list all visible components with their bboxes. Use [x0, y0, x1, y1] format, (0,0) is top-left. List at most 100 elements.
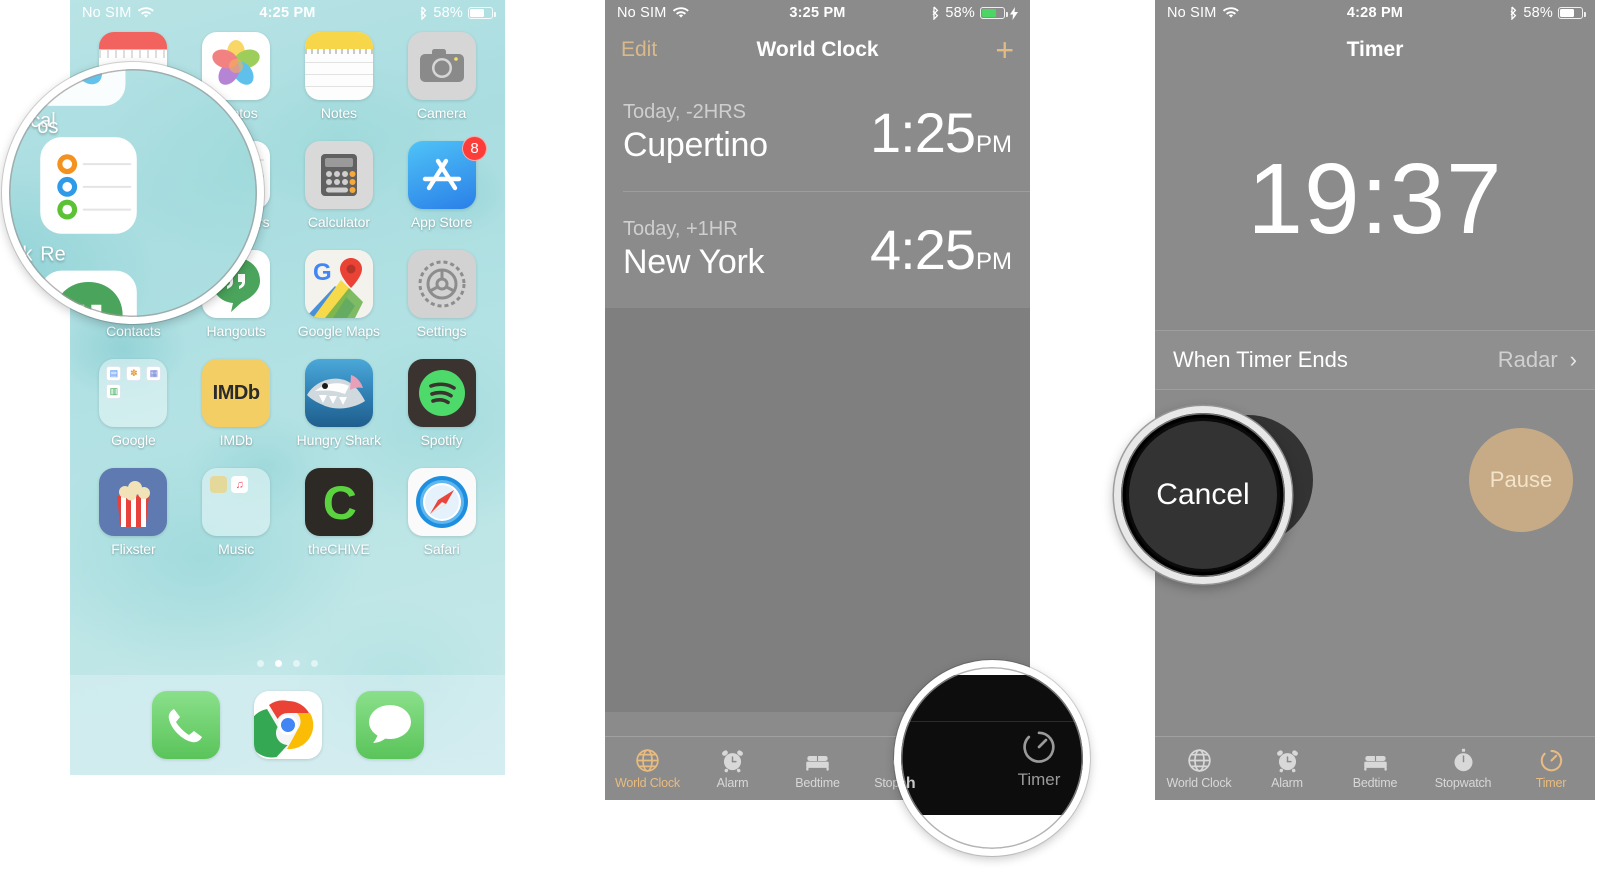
music-folder-icon: ♫ — [202, 468, 271, 536]
chevron-right-icon: › — [1569, 347, 1577, 372]
settings-icon — [407, 250, 476, 318]
app-label: Notes — [320, 105, 357, 121]
tab-alarm[interactable]: Alarm — [1243, 747, 1331, 790]
page-dot-active[interactable] — [275, 660, 282, 667]
phone-2-status-bar: No SIM 3:25 PM 58% — [605, 0, 1030, 26]
page-dot[interactable] — [257, 660, 264, 667]
bluetooth-icon — [1510, 6, 1517, 20]
when-timer-ends-row[interactable]: When Timer Ends Radar › — [1155, 330, 1595, 390]
clock-offset: Today, +1HR — [623, 217, 738, 240]
phone-icon[interactable] — [151, 691, 220, 759]
app-calculator[interactable]: Calculator — [288, 141, 391, 230]
magnified-cancel-button[interactable]: Cancel — [1126, 418, 1280, 572]
screenshot-stage: No SIM 4:25 PM 58% Notes Camera Calculat… — [0, 0, 1600, 875]
charging-bolt-icon — [1010, 6, 1018, 20]
battery-icon — [980, 7, 1008, 19]
app-google-maps[interactable]: G Google Maps — [288, 250, 391, 339]
tab-label: Alarm — [716, 776, 749, 790]
app-settings[interactable]: Settings — [390, 250, 493, 339]
app-label: Settings — [416, 323, 467, 339]
magnified-label-photos: os — [37, 114, 59, 138]
carrier-label: No SIM — [1167, 5, 1217, 21]
clock-meridiem: PM — [976, 131, 1012, 158]
tab-alarm[interactable]: Alarm — [690, 747, 775, 790]
battery-percent-label: 58% — [1523, 5, 1553, 21]
magnified-label-clock: Clock — [2, 242, 33, 265]
app-label: Contacts — [106, 323, 161, 339]
bluetooth-icon — [420, 6, 427, 20]
battery-icon — [1558, 7, 1586, 19]
app-imdb[interactable]: IMDb IMDb — [185, 359, 288, 448]
messages-icon[interactable] — [355, 691, 424, 759]
when-timer-ends-value: Radar › — [1498, 347, 1577, 373]
magnified-tab-timer[interactable]: Timer — [989, 727, 1083, 790]
app-safari[interactable]: Safari — [390, 468, 493, 557]
clock-time: 1:25 PM — [870, 100, 1012, 165]
app-google-folder[interactable]: ▤ ✽ ▦ ▥ Google — [82, 359, 185, 448]
chrome-icon[interactable] — [253, 691, 322, 759]
safari-icon — [407, 468, 476, 536]
dock — [70, 675, 505, 775]
phone-3-status-bar: No SIM 4:28 PM 58% — [1155, 0, 1595, 26]
tab-label: Alarm — [1271, 776, 1303, 790]
app-notes[interactable]: Notes — [288, 32, 391, 121]
tab-world-clock[interactable]: World Clock — [605, 747, 690, 790]
page-title: World Clock — [756, 38, 879, 61]
clock-row-new-york[interactable]: Today, +1HR New York 4:25 PM — [605, 191, 1030, 308]
clock-offset: Today, -2HRS — [623, 100, 747, 123]
phone-1-status-bar: No SIM 4:25 PM 58% — [70, 0, 505, 26]
tab-bedtime[interactable]: Bedtime — [1331, 747, 1419, 790]
page-dot[interactable] — [293, 660, 300, 667]
tab-label: Bedtime — [795, 776, 840, 790]
app-label: Camera — [417, 105, 467, 121]
app-label: IMDb — [219, 432, 253, 448]
google-folder-icon: ▤ ✽ ▦ ▥ — [99, 359, 168, 427]
phone-3-navbar: Timer — [1155, 26, 1595, 74]
bed-icon — [1363, 756, 1387, 771]
tab-bedtime[interactable]: Bedtime — [775, 747, 860, 790]
battery-icon — [468, 7, 496, 19]
timer-icon — [1023, 731, 1055, 763]
thechive-icon: C — [304, 468, 373, 536]
app-app-store[interactable]: 8 App Store — [390, 136, 493, 230]
globe-icon — [636, 749, 659, 772]
app-label: App Store — [410, 214, 473, 230]
app-label: Calculator — [307, 214, 370, 230]
tab-label: World Clock — [1166, 776, 1232, 790]
magnifier-clock-app: Fantastical 1212 345 678 91011 — [2, 62, 264, 324]
page-dot[interactable] — [311, 660, 318, 667]
flixster-icon — [99, 468, 168, 536]
clock-row-cupertino[interactable]: Today, -2HRS Cupertino 1:25 PM — [605, 74, 1030, 191]
notes-icon — [304, 32, 373, 100]
tab-stopwatch[interactable]: Stopwatch — [1419, 747, 1507, 790]
tab-world-clock[interactable]: World Clock — [1155, 747, 1243, 790]
app-label: Safari — [423, 541, 460, 557]
hungry-shark-icon — [304, 359, 373, 427]
page-dots — [70, 660, 505, 667]
spotify-icon — [407, 359, 476, 427]
alarm-clock-icon — [722, 750, 743, 773]
battery-percent-label: 58% — [945, 5, 975, 21]
google-maps-icon: G — [304, 250, 373, 318]
timer-countdown: 19:37 — [1247, 142, 1503, 255]
app-spotify[interactable]: Spotify — [390, 359, 493, 448]
edit-button[interactable]: Edit — [621, 38, 657, 62]
reminders-icon — [40, 137, 137, 234]
app-music-folder[interactable]: ♫ Music — [185, 468, 288, 557]
svg-text:G: G — [313, 259, 332, 286]
bluetooth-icon — [932, 6, 939, 20]
photos-icon — [28, 69, 126, 106]
globe-icon — [1187, 749, 1211, 772]
app-hungry-shark[interactable]: Hungry Shark — [288, 359, 391, 448]
app-flixster[interactable]: Flixster — [82, 468, 185, 557]
app-thechive[interactable]: C theCHIVE — [288, 468, 391, 557]
pause-button[interactable]: Pause — [1469, 428, 1573, 532]
clock-meridiem: PM — [976, 248, 1012, 275]
phone-3-timer: No SIM 4:28 PM 58% Timer 19:37 When Time… — [1155, 0, 1595, 800]
add-clock-button[interactable]: + — [995, 34, 1014, 66]
carrier-label: No SIM — [617, 5, 667, 21]
app-camera[interactable]: Camera — [390, 32, 493, 121]
app-label: Music — [218, 541, 255, 557]
tab-timer[interactable]: Timer — [1507, 747, 1595, 790]
clock-city: Cupertino — [623, 125, 768, 164]
